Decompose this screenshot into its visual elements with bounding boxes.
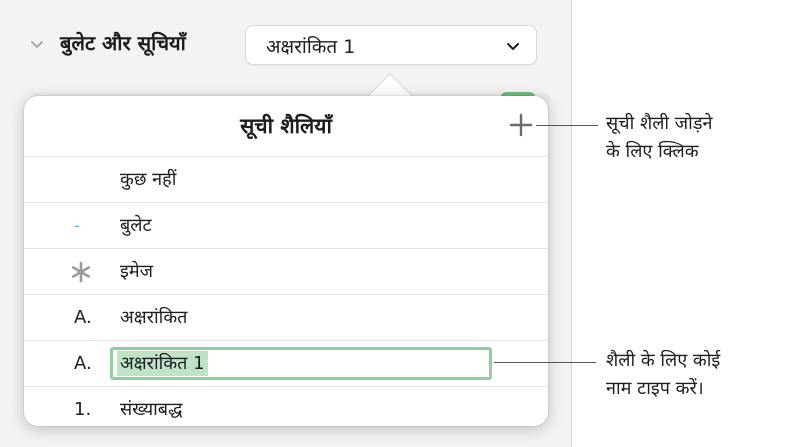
list-styles-popover: सूची शैलियाँ कुछ नहीं - बुलेट इमेज A. अक…: [24, 96, 548, 426]
popover-title: सूची शैलियाँ: [240, 114, 332, 138]
list-item[interactable]: A. अक्षरांकित 1: [24, 340, 548, 386]
style-name-input[interactable]: अक्षरांकित 1: [110, 347, 492, 380]
plus-icon[interactable]: [508, 112, 534, 138]
callout-line-add: [536, 125, 598, 126]
list-style-label: बुलेट: [120, 215, 152, 236]
bullet-number: 1.: [74, 399, 92, 420]
image-asterisk-icon: [71, 261, 91, 283]
section-title: बुलेट और सूचियाँ: [60, 31, 186, 55]
list-style-label: अक्षरांकित: [120, 307, 188, 328]
list-item[interactable]: कुछ नहीं: [24, 156, 548, 202]
callout-add-style: सूची शैली जोड़ने के लिए क्लिक: [606, 113, 713, 162]
list-style-label: इमेज: [120, 261, 153, 282]
bullet-letter: A.: [74, 307, 92, 328]
list-style-label: कुछ नहीं: [120, 169, 177, 190]
list-style-dropdown-value: अक्षरांकित 1: [266, 36, 356, 58]
callout-line-name: [494, 362, 596, 363]
list-item[interactable]: A. अक्षरांकित: [24, 294, 548, 340]
list-item[interactable]: इमेज: [24, 248, 548, 294]
chevron-down-icon[interactable]: [30, 38, 44, 52]
list-item[interactable]: 1. संख्याबद्ध: [24, 386, 548, 432]
style-name-selected-text: अक्षरांकित 1: [117, 351, 208, 376]
bullet-dash: -: [74, 216, 80, 235]
list-style-dropdown[interactable]: अक्षरांकित 1: [245, 25, 537, 65]
callout-type-name: शैली के लिए कोई नाम टाइप करें।: [606, 350, 721, 399]
chevron-down-icon: [507, 43, 519, 50]
bullet-letter: A.: [74, 353, 92, 374]
list-item[interactable]: - बुलेट: [24, 202, 548, 248]
list-style-label: संख्याबद्ध: [120, 399, 183, 420]
